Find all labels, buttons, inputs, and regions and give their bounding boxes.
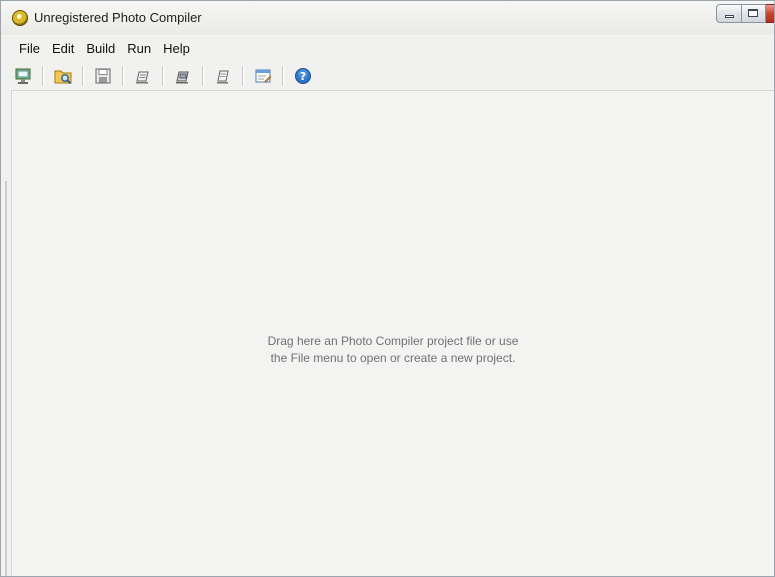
menu-bar: File Edit Build Run Help xyxy=(1,39,196,59)
build-icon xyxy=(176,71,189,84)
save-button[interactable] xyxy=(91,64,115,88)
title-bar[interactable]: Unregistered Photo Compiler xyxy=(1,1,774,35)
menu-edit[interactable]: Edit xyxy=(46,39,80,59)
toolbar: ? xyxy=(11,63,317,89)
properties-button[interactable] xyxy=(251,64,275,88)
menu-file[interactable]: File xyxy=(13,39,46,59)
save-icon xyxy=(95,68,111,84)
svg-text:?: ? xyxy=(300,70,306,83)
new-project-button[interactable] xyxy=(11,64,35,88)
open-folder-icon xyxy=(54,70,72,85)
properties-icon xyxy=(255,69,272,83)
hint-line-2: the File menu to open or create a new pr… xyxy=(270,351,516,365)
edit-button[interactable] xyxy=(131,64,155,88)
toolbar-separator xyxy=(202,66,204,86)
toolbar-separator xyxy=(242,66,244,86)
edit-icon xyxy=(136,71,149,84)
menu-run[interactable]: Run xyxy=(121,39,157,59)
maximize-icon xyxy=(748,9,758,17)
menu-help[interactable]: Help xyxy=(157,39,196,59)
left-panel-edge xyxy=(5,181,7,576)
window-title: Unregistered Photo Compiler xyxy=(34,10,202,25)
open-project-button[interactable] xyxy=(51,64,75,88)
app-window: Unregistered Photo Compiler File Edit Bu… xyxy=(0,0,775,577)
toolbar-separator xyxy=(162,66,164,86)
help-icon: ? xyxy=(295,68,311,84)
app-logo-icon xyxy=(12,10,28,26)
toolbar-separator xyxy=(42,66,44,86)
menu-build[interactable]: Build xyxy=(80,39,121,59)
toolbar-separator xyxy=(82,66,84,86)
toolbar-separator xyxy=(282,66,284,86)
minimize-button[interactable] xyxy=(716,4,742,23)
toolbar-separator xyxy=(122,66,124,86)
project-drop-area[interactable]: Drag here an Photo Compiler project file… xyxy=(11,91,774,576)
close-button[interactable] xyxy=(766,4,774,23)
print-button[interactable] xyxy=(211,64,235,88)
caption-buttons xyxy=(716,4,774,23)
minimize-icon xyxy=(725,15,734,18)
maximize-button[interactable] xyxy=(742,4,766,23)
help-button[interactable]: ? xyxy=(291,64,315,88)
new-project-icon xyxy=(15,68,31,84)
print-icon xyxy=(217,70,229,84)
empty-project-hint: Drag here an Photo Compiler project file… xyxy=(12,333,774,367)
hint-line-1: Drag here an Photo Compiler project file… xyxy=(267,334,519,348)
build-button[interactable] xyxy=(171,64,195,88)
